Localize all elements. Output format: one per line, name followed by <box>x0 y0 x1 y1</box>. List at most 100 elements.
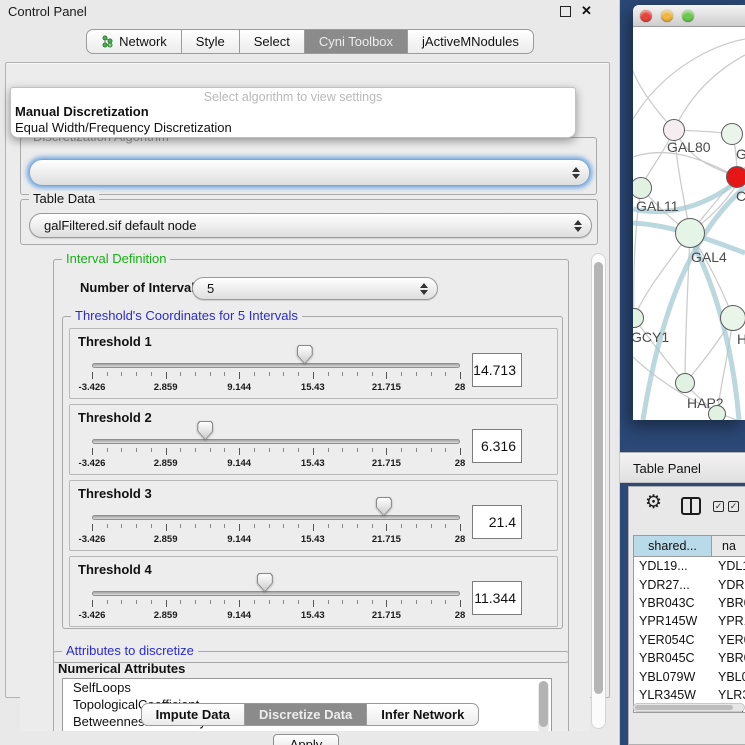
table-data-group: Table Data galFiltered.sif default node <box>20 199 598 245</box>
tick-label: 9.144 <box>227 610 251 621</box>
table-row[interactable]: YBL079WYBL0 <box>634 667 745 685</box>
network-canvas[interactable]: GAL80GCGAL11GAL4GCY1HHAP2 <box>633 27 745 420</box>
slider-track[interactable] <box>92 439 460 444</box>
network-node-hap2[interactable] <box>675 373 695 393</box>
vertical-scrollbar[interactable] <box>591 253 606 729</box>
table-cell[interactable]: YDR27... <box>634 578 712 592</box>
network-node-g[interactable] <box>721 123 743 145</box>
network-node[interactable] <box>708 405 726 420</box>
threshold-label: Threshold 4 <box>78 562 152 577</box>
table-cell[interactable]: YLR345W <box>634 688 712 702</box>
tab-cyni-toolbox[interactable]: Cyni Toolbox <box>305 29 408 54</box>
column-header[interactable]: shared... <box>634 536 712 557</box>
table-row[interactable]: YDR27...YDR2 <box>634 575 745 593</box>
number-of-intervals-combo[interactable]: 5 <box>192 277 438 300</box>
tab-label: Cyni Toolbox <box>319 34 393 49</box>
table-cell[interactable]: YDL19... <box>634 559 712 573</box>
table-cell[interactable]: YBR0 <box>712 651 745 665</box>
table-cell[interactable]: YDL1 <box>712 559 745 573</box>
tick-label: 21.715 <box>372 458 401 469</box>
threshold-value-field[interactable]: 6.316 <box>472 429 522 463</box>
table-cell[interactable]: YER0 <box>712 633 745 647</box>
horizontal-scrollbar[interactable] <box>633 703 745 712</box>
slider-thumb[interactable] <box>297 345 313 364</box>
threshold-value-field[interactable]: 21.4 <box>472 505 522 539</box>
table-cell[interactable]: YPR1 <box>712 614 745 628</box>
group-title: Table Data <box>29 191 99 206</box>
tab-jactivemnodules[interactable]: jActiveMNodules <box>408 29 534 54</box>
algorithm-option[interactable]: Manual Discretization <box>15 104 149 119</box>
table-row[interactable]: YLR345WYLR3 <box>634 686 745 704</box>
network-node-gal4[interactable] <box>675 218 705 248</box>
close-icon[interactable]: ✕ <box>581 3 592 19</box>
combo-stepper-icon <box>574 220 582 232</box>
table-cell[interactable]: YPR145W <box>634 614 712 628</box>
tick-label: 2.859 <box>154 610 178 621</box>
apply-button[interactable]: Apply <box>273 734 339 745</box>
table-row[interactable]: YDL19...YDL1 <box>634 557 745 575</box>
slider-thumb[interactable] <box>376 497 392 516</box>
table-cell[interactable]: YER054C <box>634 633 712 647</box>
tab-select[interactable]: Select <box>240 29 305 54</box>
threshold-slider[interactable]: -3.4262.8599.14415.4321.71528 <box>90 585 462 625</box>
network-node-c[interactable] <box>726 166 745 188</box>
slider-track[interactable] <box>92 515 460 520</box>
float-window-icon[interactable] <box>560 6 571 17</box>
slider-thumb[interactable] <box>197 421 213 440</box>
threshold-slider[interactable]: -3.4262.8599.14415.4321.71528 <box>90 433 462 473</box>
gear-icon[interactable]: ⚙ <box>645 493 662 512</box>
table-row[interactable]: YBR045CYBR0 <box>634 649 745 667</box>
scrollbar-thumb[interactable] <box>594 262 603 694</box>
tab-network[interactable]: Network <box>86 29 182 54</box>
table-row[interactable]: YBR043CYBR0 <box>634 594 745 612</box>
table-cell[interactable]: YBR045C <box>634 651 712 665</box>
algorithm-dropdown-popup: Select algorithm to view settings Manual… <box>10 87 576 138</box>
scrollbar-thumb[interactable] <box>635 705 733 710</box>
table-cell[interactable]: YBL0 <box>712 670 745 684</box>
table-cell[interactable]: YDR2 <box>712 578 745 592</box>
algorithm-combo[interactable] <box>29 159 590 186</box>
threshold-value-field[interactable]: 11.344 <box>472 581 522 615</box>
table-cell[interactable]: YBR0 <box>712 596 745 610</box>
algorithm-option[interactable]: Equal Width/Frequency Discretization <box>15 120 232 135</box>
tick-label: 21.715 <box>372 382 401 393</box>
column-header[interactable]: na <box>712 536 745 557</box>
network-node-gal80[interactable] <box>663 119 685 141</box>
slider-tick-labels: -3.4262.8599.14415.4321.71528 <box>92 458 460 470</box>
table-row[interactable]: YER054CYER0 <box>634 631 745 649</box>
close-traffic-light-icon[interactable] <box>640 10 652 22</box>
slider-track[interactable] <box>92 591 460 596</box>
table-row[interactable]: YPR145WYPR1 <box>634 612 745 630</box>
column-layout-icon[interactable] <box>681 497 701 515</box>
node-label: H <box>737 331 745 347</box>
tab-label: Impute Data <box>156 707 230 722</box>
slider-track[interactable] <box>92 363 460 368</box>
column-header-label: na <box>722 539 736 553</box>
tick-label: 9.144 <box>227 534 251 545</box>
tab-infer-network[interactable]: Infer Network <box>367 703 479 726</box>
control-panel: Control Panel ✕ NetworkStyleSelectCyni T… <box>0 0 620 745</box>
table-cell[interactable]: YBR043C <box>634 596 712 610</box>
network-node-h[interactable] <box>720 305 745 331</box>
tab-style[interactable]: Style <box>182 29 240 54</box>
node-label: GAL4 <box>691 249 727 265</box>
tab-discretize-data[interactable]: Discretize Data <box>245 703 367 726</box>
table-cell[interactable]: YBL079W <box>634 670 712 684</box>
zoom-traffic-light-icon[interactable] <box>682 10 694 22</box>
tab-label: Style <box>196 34 225 49</box>
threshold-value-field[interactable]: 14.713 <box>472 353 522 387</box>
minimize-traffic-light-icon[interactable] <box>661 10 673 22</box>
threshold-label: Threshold 1 <box>78 334 152 349</box>
slider-thumb[interactable] <box>257 573 273 592</box>
threshold-slider[interactable]: -3.4262.8599.14415.4321.71528 <box>90 509 462 549</box>
slider-tick-labels: -3.4262.8599.14415.4321.71528 <box>92 610 460 622</box>
tab-impute-data[interactable]: Impute Data <box>141 703 245 726</box>
table-cell[interactable]: YLR3 <box>712 688 745 702</box>
checkbox-icon[interactable]: ✓ <box>713 501 724 512</box>
attribute-list-item[interactable]: SelfLoops <box>63 679 551 696</box>
table-data-combo[interactable]: galFiltered.sif default node <box>29 213 592 238</box>
checkbox-icon[interactable]: ✓ <box>728 501 739 512</box>
tick-label: 28 <box>455 534 466 545</box>
threshold-slider[interactable]: -3.4262.8599.14415.4321.71528 <box>90 357 462 397</box>
network-window-titlebar[interactable] <box>633 5 745 27</box>
